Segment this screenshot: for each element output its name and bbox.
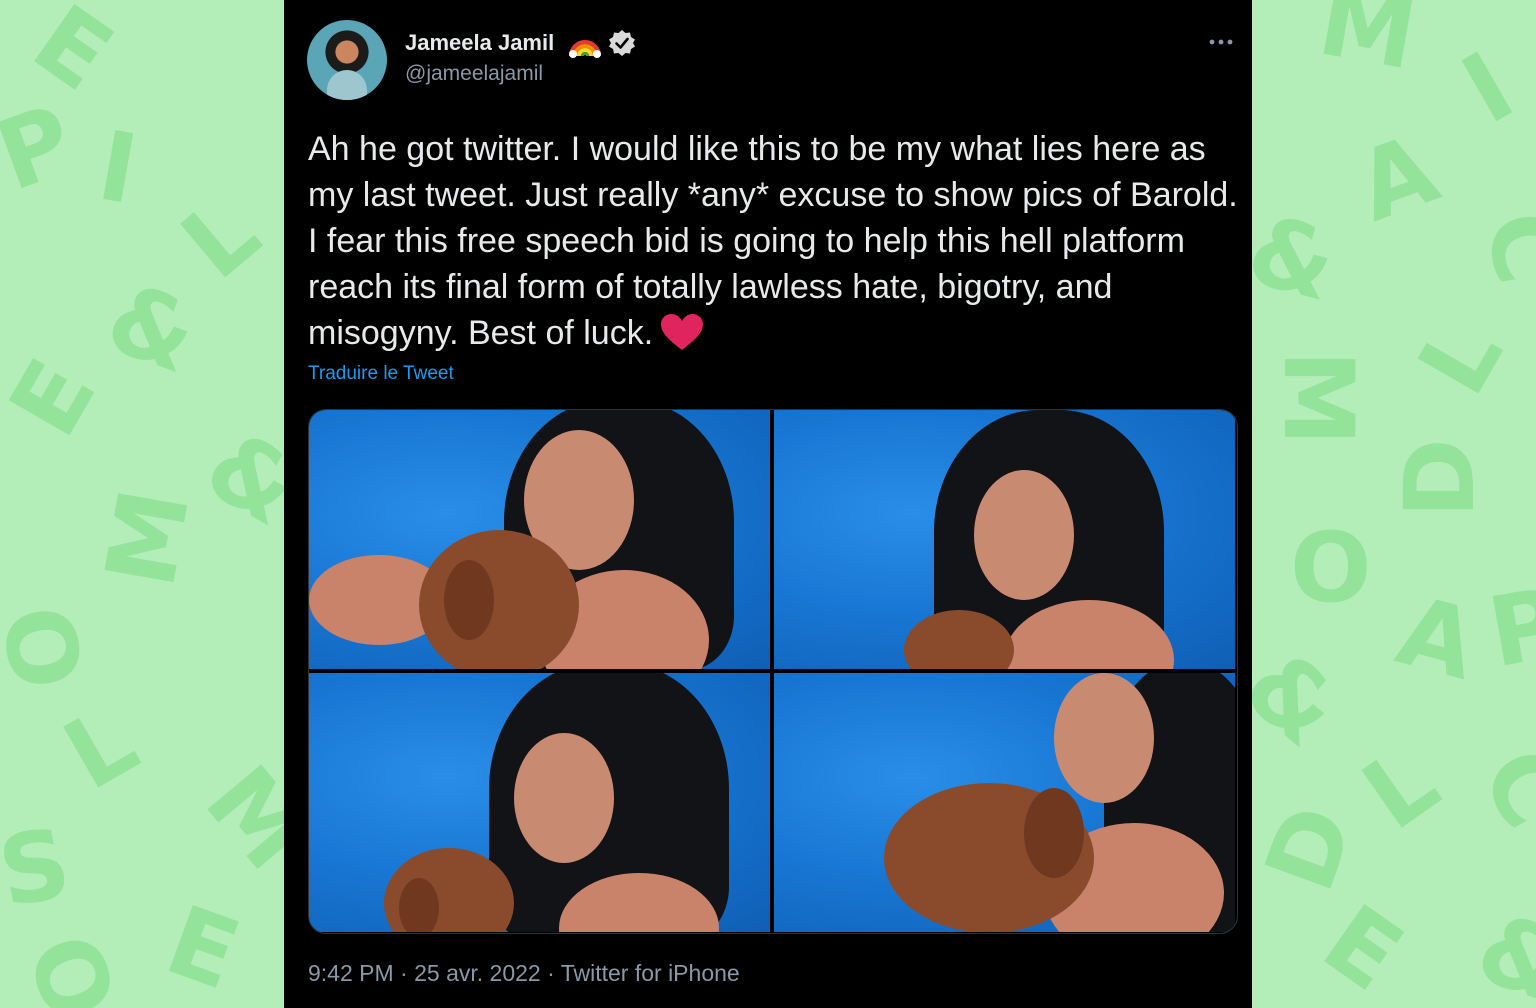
media-grid [308,409,1238,934]
background-letter: O [1290,512,1372,624]
background-letter: D [1243,791,1377,905]
tweet-photo-2[interactable] [774,410,1235,669]
background-letter: O [0,598,104,698]
tweet-photo-4[interactable] [774,673,1235,932]
photo-puppy-ear [1024,788,1084,878]
author-handle[interactable]: @jameelajamil [405,62,543,86]
tweet-timestamp[interactable]: 9:42 PM · 25 avr. 2022 · Twitter for iPh… [308,960,740,987]
background-letter: E [1303,883,1422,1008]
background-letter: O [4,920,138,1008]
background-letter: C [1463,203,1536,293]
tweet-photo-3[interactable] [309,673,770,932]
background-letter: & [1463,891,1536,1008]
background-letter: E [152,884,253,1008]
photo-face [974,470,1074,600]
background-letter: M [1311,0,1425,92]
background-letter: L [161,175,281,301]
photo-face [1054,673,1154,803]
rainbow-icon [569,40,601,58]
verified-icon [609,30,635,56]
background-letter: P [0,83,88,213]
more-options-icon[interactable] [1206,30,1236,54]
more-dots-icon [1209,39,1233,45]
avatar[interactable] [307,20,387,100]
tweet-photo-1[interactable] [309,410,770,669]
author-display-name[interactable]: Jameela Jamil [405,30,554,56]
background-letter: A [1386,574,1488,702]
tweet-text: Ah he got twitter. I would like this to … [308,126,1238,356]
background-letter: I [1444,30,1532,146]
avatar-body [327,70,367,100]
background-letter: & [93,261,211,395]
tweet-body: Ah he got twitter. I would like this to … [308,130,1238,352]
translate-tweet-link[interactable]: Traduire le Tweet [308,363,454,385]
photo-puppy-ear [444,560,494,640]
background-letter: M [84,481,212,595]
background-letter: & [1236,193,1347,323]
heart-icon [661,314,704,350]
photo-face [514,733,614,863]
background-letter: D [1383,438,1496,518]
photo-puppy [419,530,579,669]
background-letter: I [90,109,146,227]
photo-puppy-ear [399,878,439,932]
background-letter: C [1459,729,1536,847]
background-letter: A [1343,112,1452,244]
background-letter: P [1480,566,1536,690]
background-letter: L [46,684,156,812]
background-letter: S [0,806,79,930]
background-letter: M [1261,350,1374,446]
background-letter: L [1396,303,1525,413]
